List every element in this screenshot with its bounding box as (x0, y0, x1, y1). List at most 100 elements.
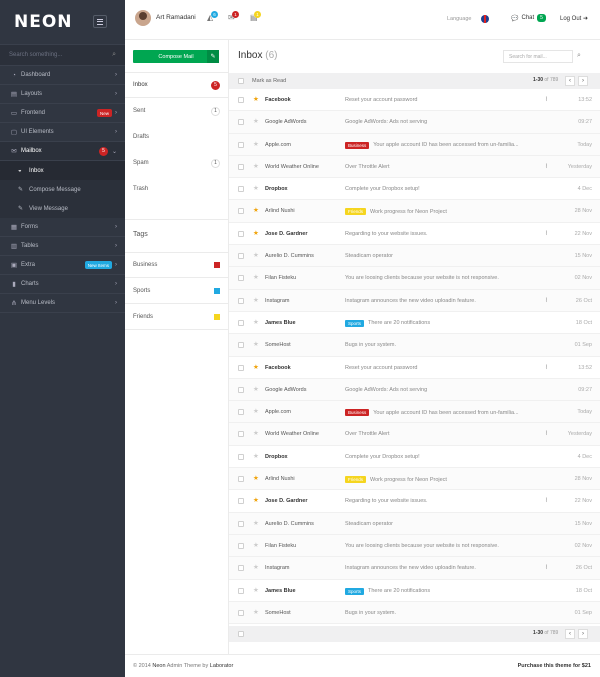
mail-row[interactable]: ★ Facebook Reset your account password ⌇ 13:… (229, 356, 600, 379)
mail-sender[interactable]: Aurelio D. Cummins (265, 253, 314, 259)
mail-row[interactable]: ★ Instagram Instagram announces the new vi… (229, 557, 600, 580)
language-label[interactable]: Language (447, 16, 471, 22)
star-icon[interactable]: ★ (253, 340, 259, 348)
row-checkbox[interactable] (238, 342, 244, 349)
search-icon[interactable]: ⌕ (112, 51, 116, 59)
mail-row[interactable]: ★ SomeHost Bugs in your system. 01 Sep (229, 601, 600, 625)
mail-row[interactable]: ★ Jose D. Gardner Regarding to your websit… (229, 490, 600, 513)
folder-sent[interactable]: Sent 1 (125, 98, 228, 124)
star-icon[interactable]: ★ (253, 474, 259, 482)
search-icon[interactable]: ⌕ (577, 52, 581, 60)
mail-row[interactable]: ★ Google AdWords Google AdWords: Ads not s… (229, 111, 600, 134)
prev-page-button-bottom[interactable]: ‹ (565, 629, 575, 639)
row-checkbox[interactable] (238, 364, 244, 371)
row-checkbox[interactable] (238, 453, 244, 460)
mail-sender[interactable]: Apple.com (265, 409, 291, 415)
row-checkbox[interactable] (238, 431, 244, 438)
sidebar-item-menu-levels[interactable]: ⋔ Menu Levels › (0, 294, 125, 313)
sidebar-item-frontend[interactable]: ▭ Frontend New › (0, 104, 125, 123)
mail-row[interactable]: ★ Filan Fisteku You are loosing clients be… (229, 534, 600, 558)
compose-mail-button[interactable]: Compose Mail ✎ (133, 50, 219, 63)
mail-subject[interactable]: Sports There are 20 notifications (345, 319, 430, 327)
mail-row[interactable]: ★ Aurelio D. Cummins Steadicam operator 15 … (229, 512, 600, 535)
star-icon[interactable]: ★ (253, 95, 259, 103)
mail-row[interactable]: ★ Dropbox Complete your Dropbox setup! 4 De… (229, 178, 600, 201)
mail-subject[interactable]: Steadicam operator (345, 521, 393, 527)
mail-sender[interactable]: World Weather Online (265, 431, 319, 437)
sidebar-search-input[interactable]: Search something... (9, 52, 62, 58)
mail-row[interactable]: ★ Filan Fisteku You are loosing clients be… (229, 267, 600, 290)
next-page-button[interactable]: › (578, 76, 588, 86)
sidebar-item-tables[interactable]: ▥ Tables › (0, 237, 125, 256)
mail-sender[interactable]: James Blue (265, 320, 296, 326)
row-checkbox[interactable] (238, 542, 244, 549)
star-icon[interactable]: ★ (253, 586, 259, 594)
mail-subject[interactable]: Steadicam operator (345, 253, 393, 259)
row-checkbox[interactable] (238, 319, 244, 326)
star-icon[interactable]: ★ (253, 318, 259, 326)
mail-sender[interactable]: Dropbox (265, 454, 288, 460)
star-icon[interactable]: ★ (253, 140, 259, 148)
folder-drafts[interactable]: Drafts (125, 124, 228, 150)
mail-row[interactable]: ★ James Blue Sports There are 20 notificati… (229, 311, 600, 335)
folder-spam[interactable]: Spam 1 (125, 150, 228, 176)
purchase-link[interactable]: Purchase this theme for $21 (518, 663, 591, 669)
chat-button[interactable]: 💬 Chat 5 (511, 14, 546, 22)
row-checkbox[interactable] (238, 186, 244, 193)
mail-row[interactable]: ★ James Blue Sports There are 20 notificati… (229, 579, 600, 602)
sidebar-item-layouts[interactable]: ▤ Layouts › (0, 85, 125, 104)
row-checkbox[interactable] (238, 409, 244, 416)
row-checkbox[interactable] (238, 609, 244, 616)
logo[interactable]: NEON (14, 12, 73, 32)
mail-sender[interactable]: Apple.com (265, 142, 291, 148)
mail-row[interactable]: ★ World Weather Online Over Throttle Alert… (229, 155, 600, 179)
star-icon[interactable]: ★ (253, 251, 259, 259)
mail-subject[interactable]: Bugs in your system. (345, 610, 396, 616)
star-icon[interactable]: ★ (253, 385, 259, 393)
mail-row[interactable]: ★ Apple.com Business Your apple account ID … (229, 401, 600, 424)
mail-search-input[interactable]: Search for mail... (503, 50, 573, 63)
tag-friends[interactable]: Friends (125, 304, 228, 330)
star-icon[interactable]: ★ (253, 519, 259, 527)
folder-trash[interactable]: Trash (125, 176, 228, 202)
sidebar-item-extra[interactable]: ▣ Extra New Items › (0, 256, 125, 275)
mail-sender[interactable]: SomeHost (265, 610, 291, 616)
mail-sender[interactable]: Jose D. Gardner (265, 498, 308, 504)
sidebar-subitem-inbox[interactable]: ◒ Inbox (0, 161, 125, 180)
star-icon[interactable]: ★ (253, 184, 259, 192)
mail-sender[interactable]: World Weather Online (265, 164, 319, 170)
tag-sports[interactable]: Sports (125, 278, 228, 304)
mail-row[interactable]: ★ SomeHost Bugs in your system. 01 Sep (229, 334, 600, 357)
mail-subject[interactable]: Reset your account password (345, 97, 417, 103)
sidebar-subitem-view-message[interactable]: ✎ View Message (0, 199, 125, 218)
mail-subject[interactable]: Complete your Dropbox setup! (345, 186, 420, 192)
row-checkbox[interactable] (238, 498, 244, 505)
sidebar-subitem-compose-message[interactable]: ✎ Compose Message (0, 180, 125, 199)
row-checkbox[interactable] (238, 565, 244, 572)
star-icon[interactable]: ★ (253, 563, 259, 571)
mail-subject[interactable]: Bugs in your system. (345, 342, 396, 348)
mail-sender[interactable]: Arlind Nushi (265, 476, 295, 482)
mail-sender[interactable]: Jose D. Gardner (265, 231, 308, 237)
star-icon[interactable]: ★ (253, 363, 259, 371)
mail-row[interactable]: ★ Arlind Nushi Friends Work progress for Ne… (229, 468, 600, 491)
mail-subject[interactable]: Regarding to your website issues. (345, 498, 428, 504)
mail-subject[interactable]: Business Your apple account ID has been a… (345, 141, 519, 149)
sidebar-item-charts[interactable]: ▮ Charts › (0, 275, 125, 294)
mail-sender[interactable]: Google AdWords (265, 119, 306, 125)
mail-subject[interactable]: Over Throttle Alert (345, 431, 390, 437)
prev-page-button[interactable]: ‹ (565, 76, 575, 86)
star-icon[interactable]: ★ (253, 407, 259, 415)
star-icon[interactable]: ★ (253, 452, 259, 460)
mail-row[interactable]: ★ Arlind Nushi Friends Work progress for Ne… (229, 200, 600, 223)
mail-sender[interactable]: James Blue (265, 588, 296, 594)
row-checkbox[interactable] (238, 230, 244, 237)
star-icon[interactable]: ★ (253, 608, 259, 616)
star-icon[interactable]: ★ (253, 206, 259, 214)
row-checkbox[interactable] (238, 97, 244, 103)
row-checkbox[interactable] (238, 141, 244, 148)
row-checkbox[interactable] (238, 275, 244, 282)
row-checkbox[interactable] (238, 520, 244, 527)
username[interactable]: Art Ramadani (156, 14, 196, 21)
flag-icon[interactable] (481, 15, 489, 23)
